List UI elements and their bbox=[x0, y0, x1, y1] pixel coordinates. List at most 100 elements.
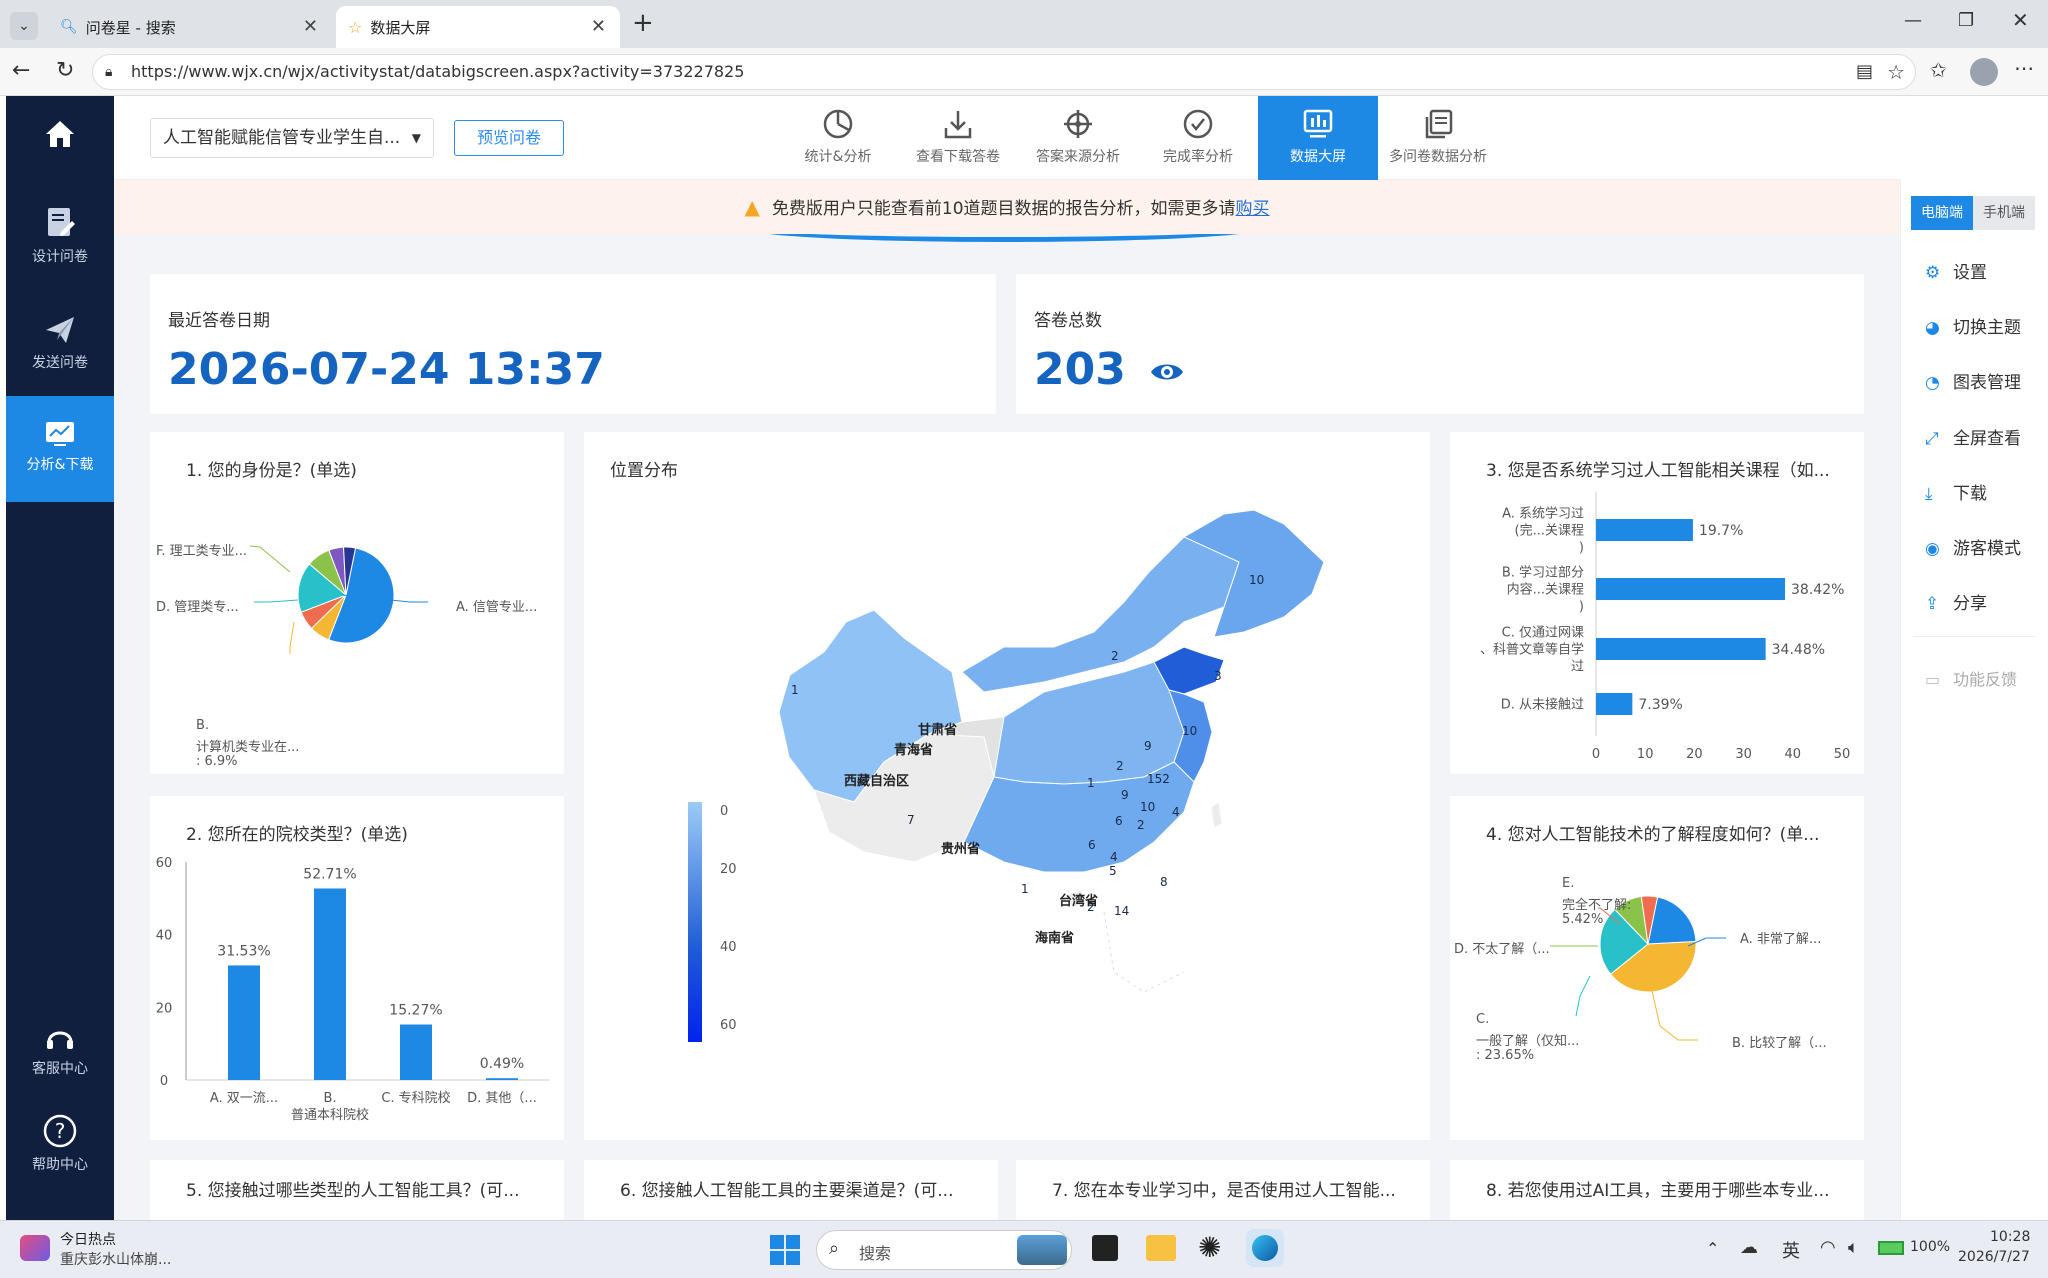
new-tab-icon[interactable]: + bbox=[632, 8, 654, 38]
tab-multi-survey[interactable]: 多问卷数据分析 bbox=[1378, 96, 1498, 180]
map-legend-tick: 40 bbox=[720, 940, 737, 955]
search-icon: 🔍︎ bbox=[60, 19, 78, 35]
q2-bar[interactable] bbox=[228, 965, 260, 1080]
q3-category-label: (完...关课程 bbox=[1515, 524, 1584, 539]
tab-search[interactable]: 🔍︎ 问卷星 - 搜索 ✕ bbox=[48, 6, 332, 48]
tab-list-chevron-icon[interactable]: ⌄ bbox=[10, 12, 38, 40]
q2-bar[interactable] bbox=[486, 1078, 518, 1080]
favorites-icon[interactable]: ✩ bbox=[1930, 58, 1947, 82]
eye-icon: ◉ bbox=[1925, 539, 1940, 559]
tray-chevron-up-icon[interactable]: ⌃ bbox=[1706, 1239, 1719, 1258]
map-label: 1 bbox=[1087, 776, 1095, 790]
network-cloud-icon[interactable]: ☁ bbox=[1740, 1237, 1758, 1258]
sidebar-item-support[interactable]: 客服中心 bbox=[6, 1024, 114, 1094]
file-explorer-icon[interactable] bbox=[1146, 1235, 1176, 1261]
home-icon bbox=[46, 121, 74, 147]
back-icon[interactable]: ← bbox=[12, 58, 30, 83]
q2-bar[interactable] bbox=[314, 888, 346, 1080]
share-button[interactable]: ⇪ 分享 bbox=[1925, 589, 1987, 614]
q4-label-e3: 5.42% bbox=[1562, 912, 1604, 927]
restore-icon[interactable]: ❐ bbox=[1958, 10, 1974, 31]
volume-icon[interactable]: 🔈︎ bbox=[1848, 1237, 1859, 1258]
chatgpt-icon[interactable]: ✺ bbox=[1198, 1231, 1221, 1264]
map-label: 10 bbox=[1182, 724, 1198, 738]
clock-time[interactable]: 10:28 bbox=[1990, 1229, 2030, 1245]
favorite-star-icon[interactable]: ☆ bbox=[1887, 55, 1905, 89]
notice-text: 免费版用户只能查看前10道题目数据的报告分析，如需更多请 bbox=[771, 199, 1236, 219]
tab-desktop[interactable]: 电脑端 bbox=[1911, 196, 1973, 230]
reload-icon[interactable]: ↻ bbox=[56, 58, 74, 83]
windows-start-icon[interactable] bbox=[770, 1235, 800, 1265]
download-button[interactable]: ⤓ 下载 bbox=[1925, 479, 1987, 504]
q3-xtick: 10 bbox=[1637, 747, 1654, 762]
sidebar-item-analysis[interactable]: 分析&下载 bbox=[6, 396, 114, 502]
minimize-icon[interactable]: — bbox=[1904, 10, 1922, 31]
panel-divider bbox=[1913, 636, 2037, 637]
browser-tab-bar: ⌄ 🔍︎ 问卷星 - 搜索 ✕ ☆ 数据大屏 ✕ + — ❐ ✕ bbox=[0, 0, 2048, 48]
feedback-button[interactable]: ▭ 功能反馈 bbox=[1925, 666, 2017, 690]
close-window-icon[interactable]: ✕ bbox=[2012, 8, 2029, 32]
buy-link[interactable]: 购买 bbox=[1236, 199, 1270, 219]
item-label: 图表管理 bbox=[1953, 373, 2021, 393]
input-language[interactable]: 英 bbox=[1782, 1237, 1800, 1263]
copy-icon bbox=[1425, 109, 1453, 139]
fullscreen-button[interactable]: ⤢ 全屏查看 bbox=[1925, 424, 2021, 449]
map-label: 西藏自治区 bbox=[844, 774, 910, 789]
q3-category-label: B. 学习过部分 bbox=[1502, 565, 1584, 581]
q6-title: 6. 您接触人工智能工具的主要渠道是？(可... bbox=[620, 1181, 954, 1201]
map-label: 9 bbox=[1144, 739, 1152, 753]
q8-title: 8. 若您使用过AI工具，主要用于哪些本专业... bbox=[1486, 1181, 1830, 1201]
right-panel: 电脑端 手机端 ⚙ 设置 ◕ 切换主题 ◔ 图表管理 ⤢ 全屏查看 ⤓ 下载 ◉ 游客模式 … bbox=[1900, 180, 2048, 1220]
map-label: 9 bbox=[1121, 788, 1129, 802]
switch-theme-button[interactable]: ◕ 切换主题 bbox=[1925, 313, 2021, 338]
q2-ytick: 0 bbox=[160, 1074, 168, 1089]
tab-answer-source[interactable]: 答案来源分析 bbox=[1018, 96, 1138, 180]
q3-bar[interactable] bbox=[1596, 638, 1766, 660]
q3-xtick: 0 bbox=[1592, 747, 1600, 762]
url-input[interactable]: 🔒︎ https://www.wjx.cn/wjx/activitystat/d… bbox=[92, 54, 1916, 90]
q2-bar[interactable] bbox=[400, 1024, 432, 1080]
guest-mode-button[interactable]: ◉ 游客模式 bbox=[1925, 534, 2021, 559]
tab-label: 答案来源分析 bbox=[1036, 149, 1120, 165]
tab-mobile[interactable]: 手机端 bbox=[1973, 196, 2035, 230]
eye-icon[interactable] bbox=[1149, 359, 1185, 385]
q3-bar[interactable] bbox=[1596, 519, 1693, 541]
sidebar-item-help[interactable]: ? 帮助中心 bbox=[6, 1114, 114, 1194]
q3-bar[interactable] bbox=[1596, 578, 1786, 600]
item-label: 游客模式 bbox=[1953, 539, 2021, 559]
more-icon[interactable]: ⋯ bbox=[2014, 56, 2034, 80]
map-label: 4 bbox=[1110, 850, 1118, 864]
settings-button[interactable]: ⚙ 设置 bbox=[1925, 258, 1987, 283]
news-widget[interactable]: 今日热点 重庆彭水山体崩... bbox=[20, 1229, 200, 1271]
tab-statistics[interactable]: 统计&分析 bbox=[778, 96, 898, 180]
q2-category-label: B. bbox=[323, 1091, 336, 1106]
preview-survey-button[interactable]: 预览问卷 bbox=[454, 120, 564, 156]
task-view-icon[interactable] bbox=[1092, 1235, 1118, 1261]
tab-data-screen[interactable]: ☆ 数据大屏 ✕ bbox=[336, 6, 620, 48]
tab-data-screen[interactable]: 数据大屏 bbox=[1258, 96, 1378, 180]
news-subtitle: 重庆彭水山体崩... bbox=[60, 1252, 172, 1268]
reader-icon[interactable]: ▤ bbox=[1856, 55, 1873, 89]
fullscreen-icon: ⤢ bbox=[1925, 429, 1939, 449]
sidebar-item-send[interactable]: 发送问卷 bbox=[6, 314, 114, 394]
wifi-icon[interactable]: ◠ bbox=[1820, 1237, 1836, 1258]
notice-bar: ▲ 免费版用户只能查看前10道题目数据的报告分析，如需更多请购买 bbox=[114, 180, 1900, 234]
chart-manage-button[interactable]: ◔ 图表管理 bbox=[1925, 368, 2021, 393]
map-label: 贵州省 bbox=[941, 842, 981, 857]
taskbar-search-input[interactable]: ⌕ 搜索 bbox=[816, 1230, 1072, 1270]
close-icon[interactable]: ✕ bbox=[303, 16, 318, 37]
top-toolbar: 人工智能赋能信管专业学生自... ▼ 预览问卷 统计&分析 查看下载答卷 答案来… bbox=[114, 96, 1900, 180]
close-icon[interactable]: ✕ bbox=[591, 16, 606, 37]
q4-label-c2: 一般了解（仅知... bbox=[1476, 1034, 1580, 1049]
survey-select[interactable]: 人工智能赋能信管专业学生自... ▼ bbox=[150, 118, 434, 158]
q3-bar[interactable] bbox=[1596, 693, 1633, 715]
clock-date[interactable]: 2026/7/27 bbox=[1958, 1249, 2030, 1265]
edge-browser-icon[interactable] bbox=[1246, 1229, 1284, 1267]
battery-icon[interactable] bbox=[1878, 1241, 1904, 1255]
tab-completion-rate[interactable]: 完成率分析 bbox=[1138, 96, 1258, 180]
sidebar-item-label: 发送问卷 bbox=[32, 355, 88, 371]
tab-download-answers[interactable]: 查看下载答卷 bbox=[898, 96, 1018, 180]
sidebar-item-design[interactable]: 设计问卷 bbox=[6, 206, 114, 286]
avatar[interactable] bbox=[1970, 58, 1998, 86]
sidebar-item-home[interactable] bbox=[6, 116, 114, 176]
